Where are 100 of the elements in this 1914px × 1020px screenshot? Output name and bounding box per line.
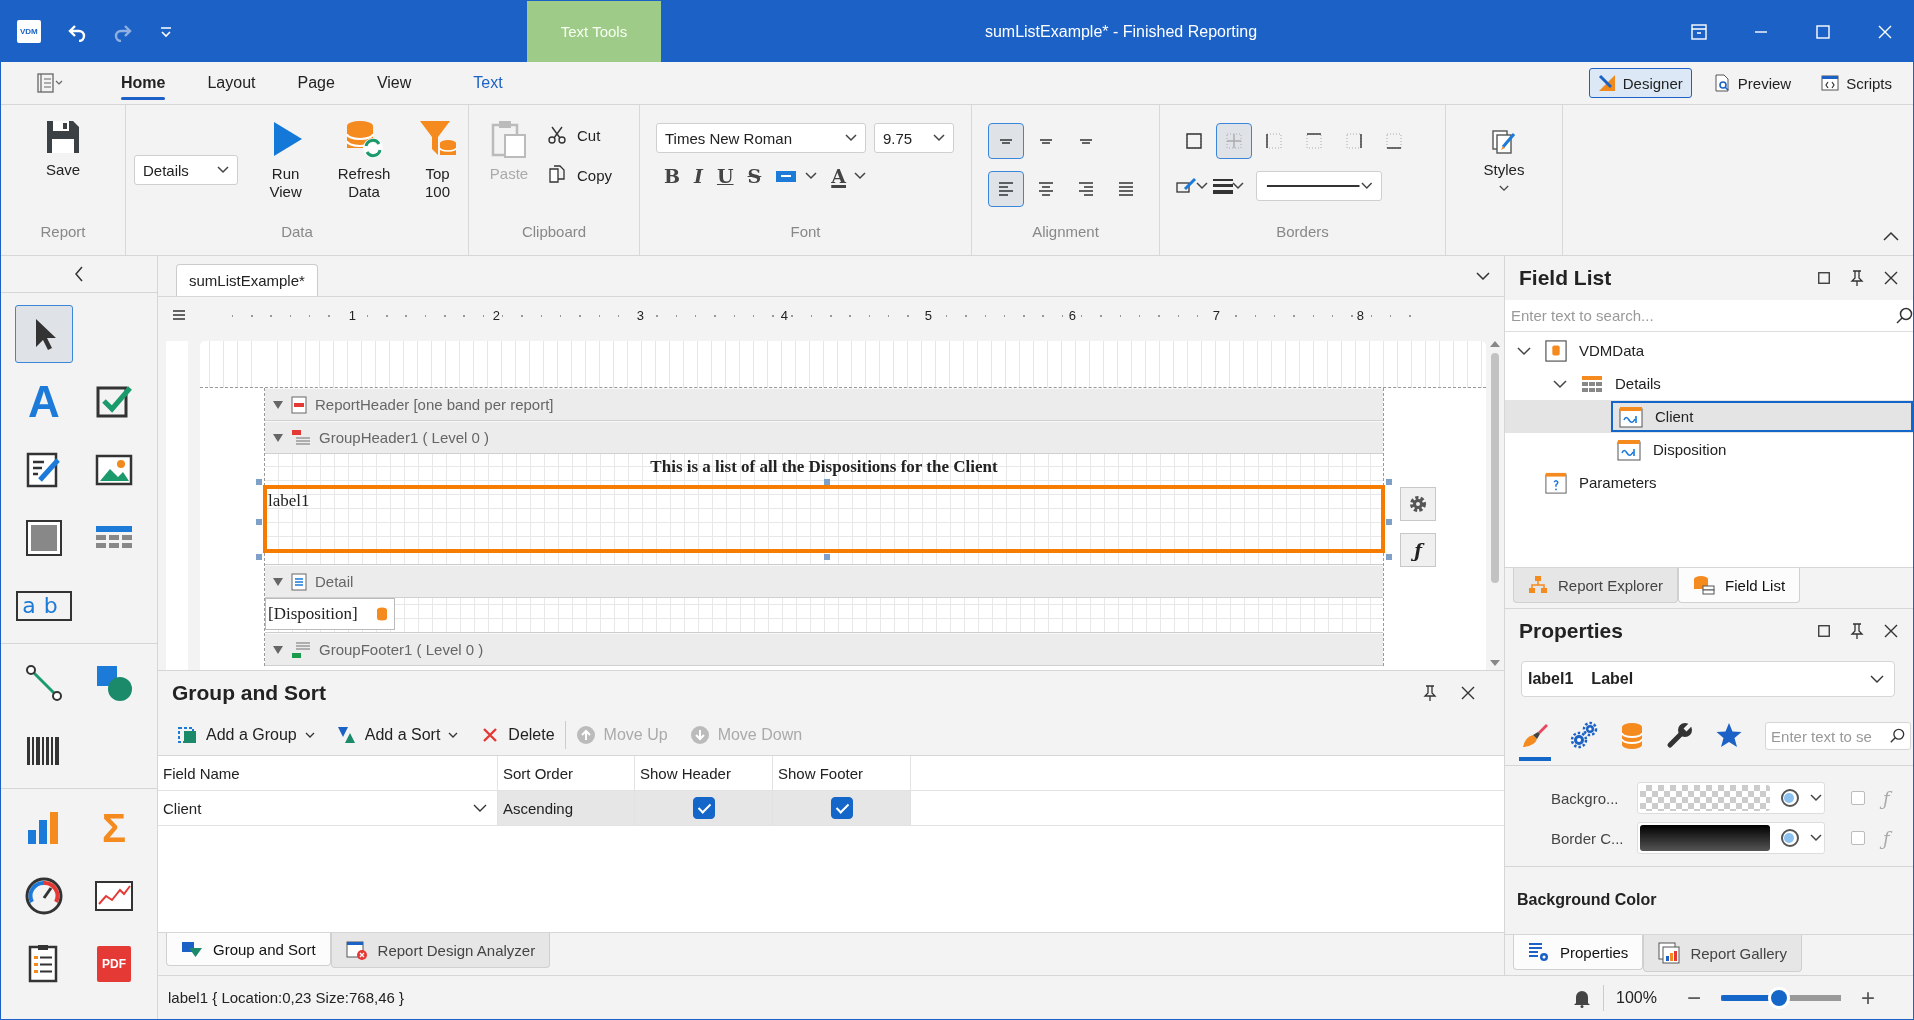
view-mode-button[interactable]: Designer — [1588, 68, 1692, 98]
cut-button[interactable]: Cut — [547, 125, 613, 145]
layout-icon[interactable] — [1691, 23, 1707, 40]
collapse-icon[interactable] — [273, 433, 283, 442]
menu-icon[interactable] — [172, 309, 186, 321]
slider-thumb[interactable] — [1767, 986, 1790, 1009]
caret-icon[interactable] — [1810, 794, 1822, 802]
expression-button[interactable]: ƒ — [1400, 533, 1436, 567]
maximize-icon[interactable] — [1817, 271, 1831, 285]
toolbox-item[interactable]: ab — [15, 577, 73, 635]
toolbar-button[interactable]: Add a Group — [178, 725, 315, 745]
ribbon-tab[interactable]: Home — [103, 64, 184, 102]
line-width-icon[interactable] — [1212, 177, 1234, 195]
expand-icon[interactable] — [1517, 345, 1531, 356]
toolbox-item[interactable] — [15, 305, 73, 363]
band-header[interactable]: Detail — [265, 565, 1383, 598]
menu-icon[interactable] — [37, 73, 63, 93]
resize-handle[interactable] — [824, 479, 830, 485]
column-header[interactable]: Show Footer — [773, 756, 911, 790]
close-icon[interactable] — [1883, 270, 1899, 286]
panel-tab[interactable]: Report Design Analyzer — [330, 933, 551, 968]
pin-icon[interactable] — [1422, 685, 1438, 701]
resize-handle[interactable] — [256, 554, 262, 560]
property-category-tab[interactable] — [1519, 721, 1552, 761]
document-tab[interactable]: sumListExample* — [176, 264, 318, 296]
ribbon-tab[interactable]: View — [358, 64, 430, 102]
band-header[interactable]: GroupHeader1 ( Level 0 ) — [265, 421, 1383, 454]
tree-item[interactable]: Disposition — [1611, 434, 1913, 465]
column-header[interactable]: Sort Order — [498, 756, 635, 790]
color-picker[interactable] — [1637, 822, 1825, 854]
caret-icon[interactable] — [1232, 182, 1244, 190]
ribbon-button[interactable]: Refresh Data — [324, 119, 403, 201]
copy-button[interactable]: Copy — [547, 165, 613, 185]
caret-icon[interactable] — [1196, 182, 1208, 190]
customize-icon[interactable] — [158, 24, 173, 39]
band-header[interactable]: GroupFooter1 ( Level 0 ) — [265, 633, 1383, 666]
resize-handle[interactable] — [1386, 554, 1392, 560]
collapse-icon[interactable] — [273, 577, 283, 586]
toolbar-button[interactable]: Delete — [480, 725, 555, 745]
panel-tab[interactable]: Field List — [1678, 568, 1801, 603]
panel-tab[interactable]: Report Explorer — [1513, 568, 1679, 603]
ribbon-tab[interactable]: Text — [455, 64, 521, 102]
table-cell[interactable]: Ascending — [498, 791, 635, 825]
collapse-icon[interactable] — [273, 645, 283, 654]
maximize-icon[interactable] — [1817, 624, 1831, 638]
font-style-button[interactable]: S — [747, 165, 762, 187]
line-style-dropdown[interactable] — [1256, 171, 1382, 201]
caret-icon[interactable] — [805, 172, 818, 180]
panel-tab[interactable]: Report Gallery — [1643, 935, 1803, 972]
styles-button[interactable]: Styles — [1446, 119, 1562, 192]
column-header[interactable]: Field Name — [158, 756, 498, 790]
ribbon-tab[interactable]: Page — [279, 64, 353, 102]
tree-item[interactable]: Client — [1611, 401, 1913, 432]
report-field[interactable]: [Disposition] — [265, 598, 395, 630]
toolbox-item[interactable]: A — [15, 373, 73, 431]
font-style-button[interactable]: U — [716, 165, 734, 187]
toolbox-item[interactable]: PDF — [85, 935, 143, 993]
align-button[interactable] — [988, 171, 1024, 207]
checkbox[interactable] — [830, 797, 853, 819]
report-label[interactable]: label1 — [263, 485, 1385, 553]
save-button[interactable]: Save — [39, 119, 87, 179]
scroll-up-icon[interactable] — [1490, 341, 1500, 347]
checkbox[interactable] — [1851, 831, 1865, 845]
panel-tab[interactable]: Group and Sort — [166, 933, 331, 966]
search-field[interactable]: Enter text to se — [1765, 722, 1912, 750]
zoom-out-button[interactable]: − — [1676, 983, 1711, 1012]
caret-icon[interactable] — [1810, 834, 1822, 842]
band-header[interactable]: ReportHeader [one band per report] — [265, 388, 1383, 421]
column-header[interactable]: Show Header — [635, 756, 773, 790]
search-field[interactable]: Enter text to search... — [1505, 300, 1913, 332]
caret-icon[interactable] — [854, 172, 866, 180]
border-button[interactable] — [1216, 123, 1252, 159]
checkbox[interactable] — [692, 797, 715, 819]
tree-item[interactable]: Details — [1575, 368, 1913, 399]
tree-item[interactable]: VDMData — [1539, 335, 1913, 366]
resize-handle[interactable] — [824, 554, 830, 560]
tree-item[interactable]: Parameters — [1539, 467, 1913, 498]
align-button[interactable] — [988, 123, 1024, 159]
border-color-icon[interactable] — [1176, 177, 1198, 195]
pin-icon[interactable] — [1849, 270, 1865, 286]
font-color-button[interactable]: A — [831, 165, 846, 187]
zoom-in-button[interactable]: + — [1851, 983, 1885, 1012]
resize-handle[interactable] — [1386, 479, 1392, 485]
ribbon-button[interactable]: Top 100 — [407, 119, 468, 201]
resize-handle[interactable] — [1386, 519, 1392, 525]
collapse-icon[interactable] — [74, 266, 84, 282]
object-dropdown[interactable]: label1 Label — [1521, 661, 1895, 697]
highlight-icon[interactable] — [775, 168, 798, 184]
view-mode-button[interactable]: Scripts — [1812, 68, 1901, 98]
collapse-icon[interactable] — [273, 400, 283, 409]
expand-icon[interactable] — [1553, 378, 1567, 389]
font-style-button[interactable]: I — [694, 165, 703, 187]
panel-tab[interactable]: Properties — [1513, 935, 1644, 970]
toolbar-button[interactable]: Add a Sort — [336, 725, 459, 745]
ribbon-button[interactable]: Run View — [250, 119, 321, 201]
font-style-button[interactable]: B — [664, 165, 681, 187]
pin-icon[interactable] — [1849, 623, 1865, 639]
font-family-dropdown[interactable]: Times New Roman — [656, 123, 866, 153]
close-icon[interactable] — [1883, 623, 1899, 639]
checkbox[interactable] — [1851, 791, 1865, 805]
